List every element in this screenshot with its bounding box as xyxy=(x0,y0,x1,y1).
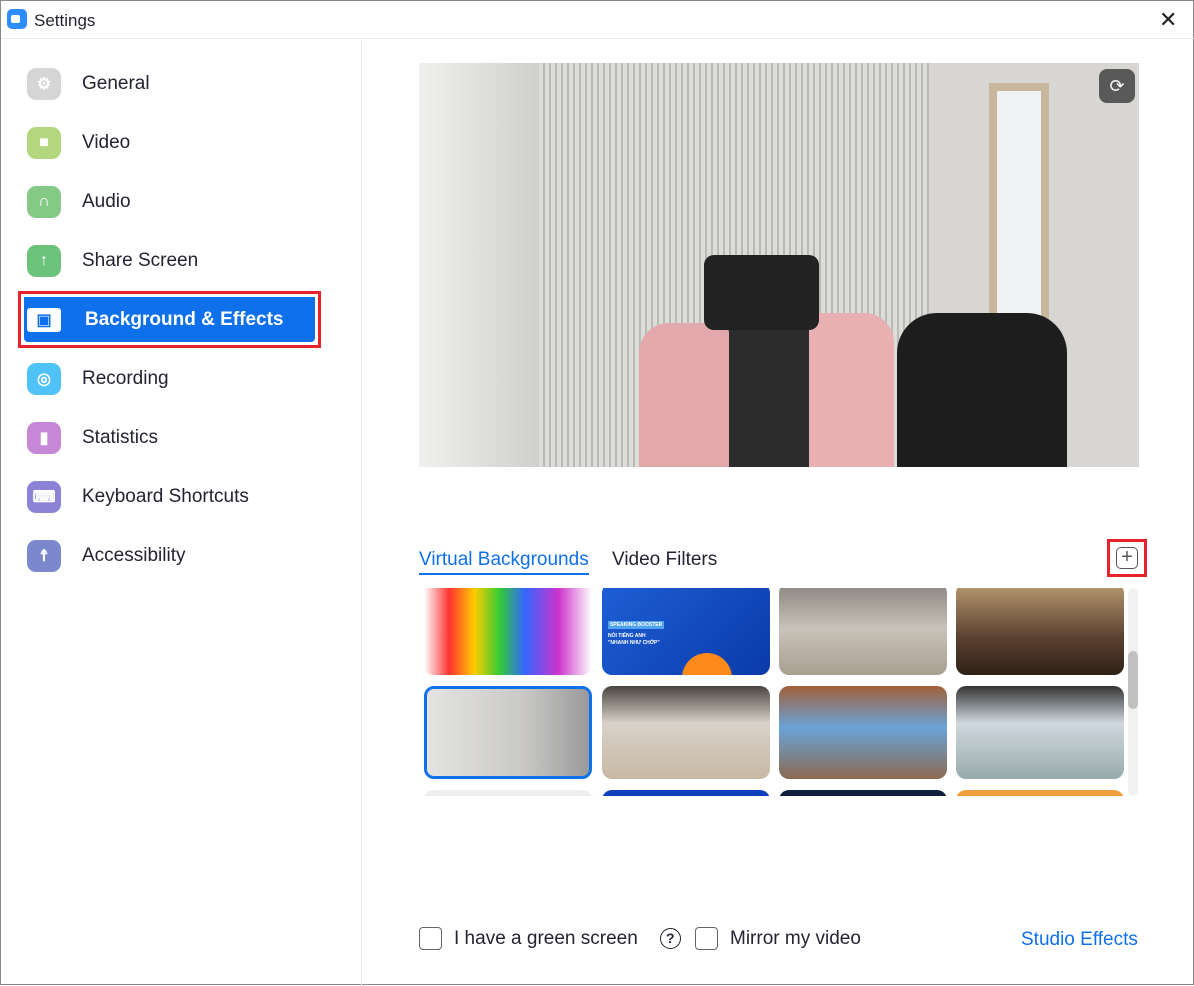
sidebar-item-label: Video xyxy=(82,131,131,153)
sidebar-item-label: Background & Effects xyxy=(85,308,284,330)
green-screen-option[interactable]: I have a green screen ? xyxy=(419,927,681,950)
green-screen-label: I have a green screen xyxy=(454,927,638,949)
background-person-icon: ▣ xyxy=(27,307,61,332)
sidebar-item-keyboard-shortcuts[interactable]: ⌨ Keyboard Shortcuts xyxy=(18,468,321,525)
background-thumbnail[interactable] xyxy=(779,588,947,675)
scrollbar-thumb[interactable] xyxy=(1128,651,1138,709)
sidebar-item-label: Audio xyxy=(82,190,131,212)
video-preview: ⟳ xyxy=(419,63,1139,467)
zoom-app-icon xyxy=(7,9,27,29)
thumbnail-text: "NHANH NHƯ CHỚP" xyxy=(608,640,660,646)
sidebar-item-recording[interactable]: ◎ Recording xyxy=(18,350,321,407)
close-button[interactable]: ✕ xyxy=(1159,7,1177,33)
recording-icon: ◎ xyxy=(27,362,61,395)
video-camera-icon: ■ xyxy=(27,126,61,159)
sidebar-item-label: Accessibility xyxy=(82,544,186,566)
thumbnail-text: NÓI TIẾNG ANH xyxy=(608,633,646,639)
preview-headrest xyxy=(704,255,819,330)
preview-coat xyxy=(809,313,894,467)
background-thumbnail[interactable] xyxy=(779,790,947,796)
accessibility-icon: ☨ xyxy=(27,539,61,572)
background-thumbnail[interactable] xyxy=(424,686,592,779)
background-thumbnail[interactable] xyxy=(602,686,770,779)
sidebar-item-statistics[interactable]: ▮ Statistics xyxy=(18,409,321,466)
tab-video-filters[interactable]: Video Filters xyxy=(612,549,717,571)
sidebar-item-label: General xyxy=(82,72,150,94)
title-bar: Settings ✕ xyxy=(1,1,1194,39)
sidebar-item-label: Keyboard Shortcuts xyxy=(82,485,249,507)
sidebar-item-accessibility[interactable]: ☨ Accessibility xyxy=(18,527,321,584)
sidebar-item-background-effects[interactable]: ▣ Background & Effects xyxy=(18,291,321,348)
rotate-camera-icon[interactable]: ⟳ xyxy=(1099,69,1135,103)
keyboard-icon: ⌨ xyxy=(27,480,61,513)
background-grid: SPEAKING BOOSTER NÓI TIẾNG ANH "NHANH NHƯ … xyxy=(419,588,1125,796)
green-screen-checkbox[interactable] xyxy=(419,927,442,950)
tab-virtual-backgrounds[interactable]: Virtual Backgrounds xyxy=(419,549,589,575)
share-screen-icon: ↑ xyxy=(27,244,61,277)
sidebar-item-share-screen[interactable]: ↑ Share Screen xyxy=(18,232,321,289)
headphones-icon: ∩ xyxy=(27,185,61,218)
statistics-icon: ▮ xyxy=(27,421,61,454)
sidebar-item-label: Share Screen xyxy=(82,249,199,271)
window-title: Settings xyxy=(34,11,96,30)
background-thumbnail[interactable] xyxy=(424,790,592,796)
thumbnail-text: SPEAKING BOOSTER xyxy=(608,621,665,629)
sidebar: ⚙ General ■ Video ∩ Audio ↑ Share Screen ▣ Backgr… xyxy=(1,40,362,986)
mirror-checkbox[interactable] xyxy=(695,927,718,950)
sidebar-item-label: Statistics xyxy=(82,426,159,448)
background-thumbnail[interactable] xyxy=(424,588,592,675)
background-thumbnail[interactable] xyxy=(956,588,1124,675)
add-icon: + xyxy=(1116,547,1138,569)
background-thumbnail[interactable] xyxy=(602,790,770,796)
thumbnail-shape xyxy=(682,653,732,675)
preview-coat xyxy=(639,323,729,467)
mirror-option[interactable]: Mirror my video xyxy=(695,927,861,950)
background-thumbnail[interactable] xyxy=(779,686,947,779)
studio-effects-link[interactable]: Studio Effects xyxy=(1021,929,1138,951)
sidebar-item-audio[interactable]: ∩ Audio xyxy=(18,173,321,230)
add-background-button[interactable]: + xyxy=(1107,539,1147,577)
scrollbar[interactable] xyxy=(1128,588,1138,796)
mirror-label: Mirror my video xyxy=(730,927,861,949)
sidebar-item-general[interactable]: ⚙ General xyxy=(18,55,321,112)
sidebar-item-label: Recording xyxy=(82,367,169,389)
sidebar-item-video[interactable]: ■ Video xyxy=(18,114,321,171)
background-thumbnail[interactable] xyxy=(956,790,1124,796)
background-thumbnail[interactable] xyxy=(956,686,1124,779)
gear-icon: ⚙ xyxy=(27,67,61,100)
preview-armchair xyxy=(897,313,1067,467)
background-thumbnail[interactable]: SPEAKING BOOSTER NÓI TIẾNG ANH "NHANH NHƯ … xyxy=(602,588,770,675)
help-icon[interactable]: ? xyxy=(659,928,681,949)
preview-wall xyxy=(419,63,539,467)
